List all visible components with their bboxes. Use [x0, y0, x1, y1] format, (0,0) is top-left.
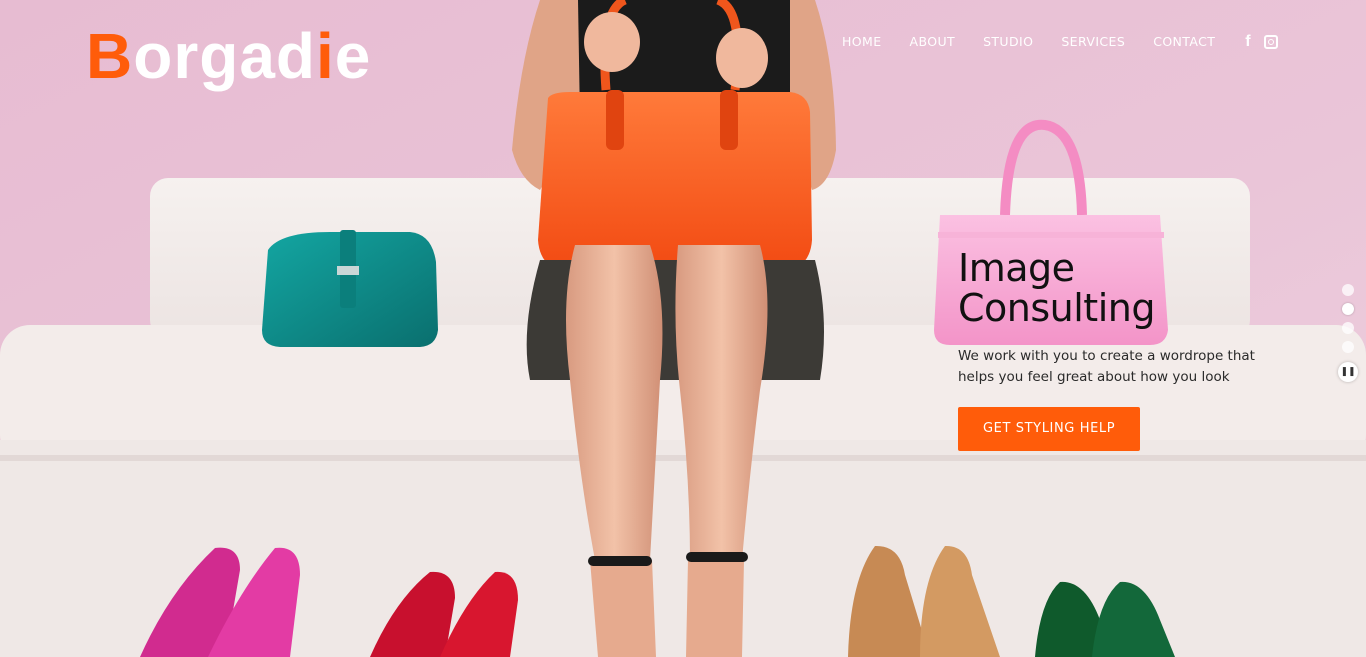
slider-dot-2[interactable] [1342, 303, 1354, 315]
nav-link-services[interactable]: SERVICES [1061, 33, 1125, 51]
nav-link-studio[interactable]: STUDIO [983, 33, 1033, 51]
get-styling-help-button[interactable]: GET STYLING HELP [958, 407, 1141, 451]
slider-pagination: ❚❚ [1338, 284, 1358, 382]
hero-subtext: We work with you to create a wordrope th… [958, 348, 1255, 385]
hero-headline: Image Consulting [958, 248, 1278, 328]
slider-dot-4[interactable] [1342, 341, 1354, 353]
hero-headline-line1: Image [958, 246, 1075, 290]
main-nav: HOME ABOUT STUDIO SERVICES CONTACT f [842, 33, 1278, 51]
logo-letter: B [86, 20, 134, 92]
nav-link-contact[interactable]: CONTACT [1153, 33, 1215, 51]
pause-icon: ❚❚ [1340, 367, 1356, 377]
brand-logo[interactable]: Borgadie [86, 18, 371, 94]
hero-headline-line2: Consulting [958, 286, 1155, 330]
logo-letter: e [334, 20, 372, 92]
slider-dot-3[interactable] [1342, 322, 1354, 334]
nav-link-home[interactable]: HOME [842, 33, 882, 51]
slider-pause-button[interactable]: ❚❚ [1338, 362, 1358, 382]
logo-letter: i [316, 20, 335, 92]
instagram-icon[interactable] [1263, 35, 1278, 49]
logo-letters: orgad [133, 20, 316, 92]
nav-link-about[interactable]: ABOUT [910, 33, 956, 51]
slider-dot-1[interactable] [1342, 284, 1354, 296]
social-links: f [1245, 33, 1278, 51]
hero-copy: Image Consulting We work with you to cre… [958, 248, 1278, 451]
facebook-icon[interactable]: f [1245, 33, 1250, 51]
